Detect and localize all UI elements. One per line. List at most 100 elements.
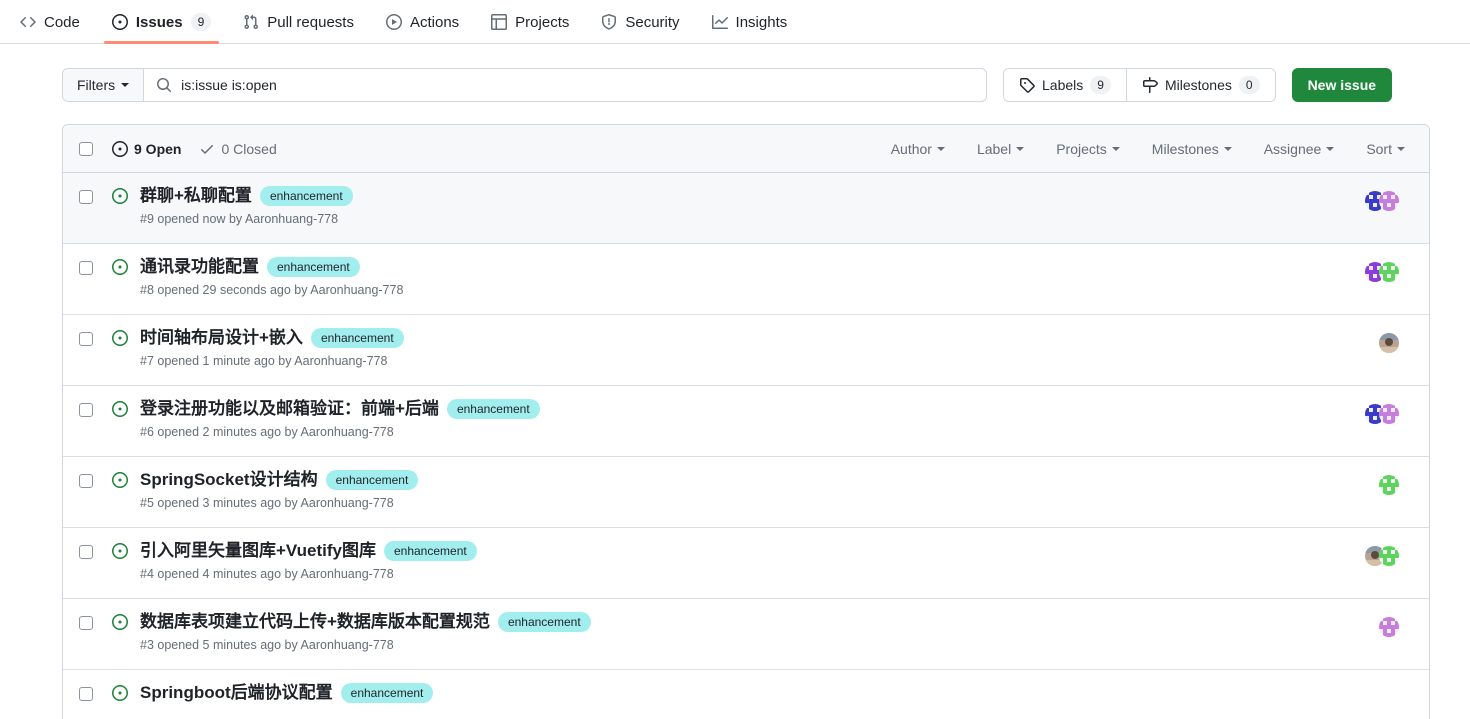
- labels-button[interactable]: Labels 9: [1004, 69, 1126, 101]
- issue-row[interactable]: Springboot后端协议配置 enhancement: [63, 670, 1429, 719]
- issue-row[interactable]: 引入阿里矢量图库+Vuetify图库 enhancement #4 opened 4…: [63, 528, 1429, 599]
- projects-filter[interactable]: Projects: [1056, 141, 1120, 157]
- nav-tab-issues[interactable]: Issues 9: [96, 1, 227, 44]
- labels-count: 9: [1090, 76, 1111, 94]
- issue-label[interactable]: enhancement: [383, 540, 477, 561]
- issue-title[interactable]: 登录注册功能以及邮箱验证：前端+后端: [140, 398, 439, 419]
- filters-button[interactable]: Filters: [63, 69, 145, 101]
- search-field-wrap[interactable]: [144, 69, 986, 101]
- closed-issues-tab[interactable]: 0 Closed: [199, 141, 277, 157]
- issue-title-line: 引入阿里矢量图库+Vuetify图库 enhancement: [140, 540, 1365, 561]
- repo-nav: Code Issues 9 Pull requests Actions Proj…: [0, 0, 1470, 44]
- issue-select-checkbox[interactable]: [79, 403, 93, 417]
- issue-body: 数据库表项建立代码上传+数据库版本配置规范 enhancement #3 opene…: [140, 611, 1379, 652]
- issue-label[interactable]: enhancement: [259, 185, 353, 206]
- git-pull-request-icon: [243, 14, 259, 30]
- milestones-button[interactable]: Milestones 0: [1125, 69, 1275, 101]
- labels-milestones-group: Labels 9 Milestones 0: [1003, 68, 1276, 102]
- issue-select-checkbox[interactable]: [79, 474, 93, 488]
- issue-row[interactable]: SpringSocket设计结构 enhancement #5 opened 3 m…: [63, 457, 1429, 528]
- assignee-filter[interactable]: Assignee: [1264, 141, 1335, 157]
- issue-label[interactable]: enhancement: [446, 398, 540, 419]
- issue-select-checkbox[interactable]: [79, 332, 93, 346]
- issue-title-line: 时间轴布局设计+嵌入 enhancement: [140, 327, 1379, 348]
- issue-body: 登录注册功能以及邮箱验证：前端+后端 enhancement #6 opened 2…: [140, 398, 1365, 439]
- issue-row[interactable]: 通讯录功能配置 enhancement #8 opened 29 seconds a…: [63, 244, 1429, 315]
- identicon-purple[interactable]: [1379, 404, 1399, 424]
- issue-title[interactable]: 通讯录功能配置: [140, 256, 259, 277]
- tag-icon: [1019, 77, 1035, 93]
- identicon-purple[interactable]: [1379, 617, 1399, 637]
- issue-label[interactable]: enhancement: [267, 256, 360, 277]
- issue-title-line: Springboot后端协议配置 enhancement: [140, 682, 1399, 703]
- issue-title[interactable]: 数据库表项建立代码上传+数据库版本配置规范: [140, 611, 490, 632]
- author-filter[interactable]: Author: [891, 141, 945, 157]
- sort-filter-label: Sort: [1366, 140, 1392, 157]
- sort-filter[interactable]: Sort: [1366, 141, 1405, 157]
- nav-tab-security[interactable]: Security: [585, 1, 695, 43]
- issue-select-checkbox[interactable]: [79, 616, 93, 630]
- issue-body: Springboot后端协议配置 enhancement: [140, 682, 1399, 703]
- code-icon: [20, 14, 36, 30]
- issue-meta: #5 opened 3 minutes ago by Aaronhuang-77…: [140, 496, 394, 511]
- identicon-green[interactable]: [1379, 546, 1399, 566]
- select-all-checkbox[interactable]: [79, 141, 93, 156]
- issue-row[interactable]: 时间轴布局设计+嵌入 enhancement #7 opened 1 minute …: [63, 315, 1429, 386]
- label-filter[interactable]: Label: [977, 141, 1025, 157]
- issue-opened-icon: [111, 14, 128, 30]
- nav-tab-actions[interactable]: Actions: [370, 1, 475, 43]
- open-count-label: 9 Open: [134, 140, 182, 157]
- identicon-purple[interactable]: [1379, 191, 1399, 211]
- issue-row[interactable]: 群聊+私聊配置 enhancement #9 opened now by Aaron…: [63, 173, 1429, 244]
- nav-tab-code[interactable]: Code: [4, 1, 96, 43]
- issue-title[interactable]: SpringSocket设计结构: [140, 469, 318, 490]
- issues-count-badge: 9: [190, 13, 212, 31]
- issue-row[interactable]: 数据库表项建立代码上传+数据库版本配置规范 enhancement #3 opene…: [63, 599, 1429, 670]
- issues-list: 9 Open 0 Closed Author Label Projects Mi…: [62, 124, 1430, 719]
- chevron-down-icon: [1326, 146, 1335, 151]
- table-icon: [491, 14, 508, 30]
- new-issue-button[interactable]: New issue: [1291, 68, 1393, 102]
- milestones-filter[interactable]: Milestones: [1152, 141, 1232, 157]
- search-input[interactable]: [181, 77, 974, 93]
- play-icon: [385, 14, 402, 30]
- chevron-down-icon: [936, 146, 945, 151]
- nav-tab-pull-requests[interactable]: Pull requests: [227, 1, 370, 43]
- issue-label[interactable]: enhancement: [497, 611, 591, 632]
- issue-opened-icon: [112, 472, 128, 488]
- photo-avatar[interactable]: [1379, 333, 1399, 353]
- issue-select-checkbox[interactable]: [79, 261, 93, 275]
- issue-avatars: [1365, 185, 1413, 211]
- shield-icon: [601, 14, 617, 30]
- issue-select-checkbox[interactable]: [79, 545, 93, 559]
- issue-title-line: 群聊+私聊配置 enhancement: [140, 185, 1365, 206]
- issue-title[interactable]: 时间轴布局设计+嵌入: [140, 327, 303, 348]
- issue-avatars: [1379, 327, 1413, 353]
- labels-label: Labels: [1042, 77, 1084, 93]
- open-issues-tab[interactable]: 9 Open: [112, 140, 182, 157]
- issue-row[interactable]: 登录注册功能以及邮箱验证：前端+后端 enhancement #6 opened 2…: [63, 386, 1429, 457]
- graph-icon: [711, 14, 728, 30]
- issue-label[interactable]: enhancement: [340, 682, 434, 703]
- issue-meta: #3 opened 5 minutes ago by Aaronhuang-77…: [140, 638, 394, 653]
- milestones-filter-label: Milestones: [1151, 140, 1219, 157]
- issue-body: 群聊+私聊配置 enhancement #9 opened now by Aaron…: [140, 185, 1365, 226]
- issue-title-line: SpringSocket设计结构 enhancement: [140, 469, 1379, 490]
- issue-select-checkbox[interactable]: [79, 687, 93, 701]
- identicon-green[interactable]: [1379, 262, 1399, 282]
- issue-opened-icon: [112, 685, 128, 701]
- issue-opened-icon: [112, 401, 128, 417]
- identicon-green[interactable]: [1379, 475, 1399, 495]
- nav-tab-insights[interactable]: Insights: [696, 1, 804, 43]
- issue-title-line: 通讯录功能配置 enhancement: [140, 256, 1365, 277]
- issue-label[interactable]: enhancement: [310, 327, 404, 348]
- issue-select-checkbox[interactable]: [79, 190, 93, 204]
- issue-label[interactable]: enhancement: [325, 469, 419, 490]
- issue-opened-icon: [112, 614, 128, 630]
- nav-tab-projects[interactable]: Projects: [475, 1, 585, 43]
- issue-title[interactable]: 群聊+私聊配置: [140, 185, 252, 206]
- chevron-down-icon: [1397, 146, 1405, 151]
- issue-title[interactable]: Springboot后端协议配置: [140, 682, 333, 703]
- issue-title[interactable]: 引入阿里矢量图库+Vuetify图库: [140, 540, 376, 561]
- issue-avatars: [1379, 469, 1413, 495]
